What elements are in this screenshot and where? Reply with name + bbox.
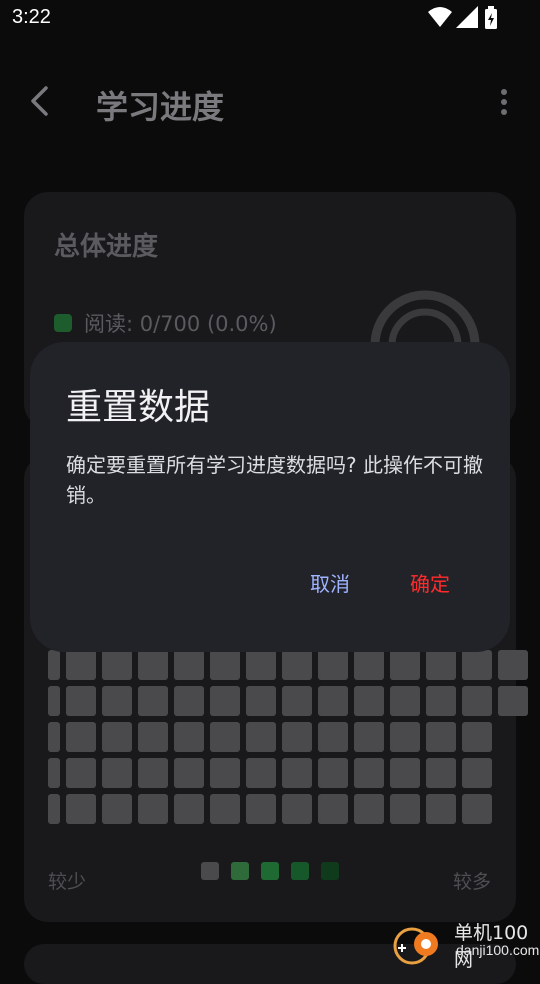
heatmap-cell	[102, 686, 132, 716]
reset-data-dialog: 重置数据 确定要重置所有学习进度数据吗? 此操作不可撤销。 取消 确定	[30, 342, 510, 652]
heatmap-cell	[390, 722, 420, 752]
heatmap-cell	[138, 758, 168, 788]
heatmap-cell	[48, 722, 60, 752]
heatmap-cell	[498, 686, 528, 716]
scale-level-2	[261, 862, 279, 880]
heatmap-cell	[462, 686, 492, 716]
confirm-button[interactable]: 确定	[410, 568, 450, 597]
heatmap-cell	[138, 794, 168, 824]
overall-progress-title: 总体进度	[54, 232, 159, 262]
wifi-icon	[428, 7, 452, 27]
heatmap-cell	[390, 650, 420, 680]
heatmap-cell	[426, 650, 456, 680]
heatmap-cell	[318, 758, 348, 788]
heatmap-cell	[138, 686, 168, 716]
back-button[interactable]	[24, 84, 58, 118]
scale-level-3	[291, 862, 309, 880]
scale-level-0	[201, 862, 219, 880]
reading-progress-label: 阅读: 0/700 (0.0%)	[84, 312, 277, 336]
page-title: 学习进度	[96, 88, 225, 126]
dialog-title: 重置数据	[66, 387, 211, 428]
heatmap-cell	[210, 758, 240, 788]
heatmap-cell	[66, 794, 96, 824]
heatmap-cell	[210, 794, 240, 824]
heatmap-cell	[354, 722, 384, 752]
signal-icon	[456, 6, 478, 28]
app-bar: 学习进度	[0, 60, 540, 144]
dialog-message: 确定要重置所有学习进度数据吗? 此操作不可撤销。	[66, 453, 483, 507]
heatmap-cell	[282, 794, 312, 824]
heatmap-cell	[210, 686, 240, 716]
heatmap-cell	[426, 722, 456, 752]
watermark-domain: danji100.com	[456, 942, 540, 958]
scale-more-label: 较多	[453, 871, 492, 893]
heatmap-cell	[282, 650, 312, 680]
heatmap-cell	[48, 650, 60, 680]
heatmap-cell	[318, 650, 348, 680]
heatmap-cell	[66, 650, 96, 680]
heatmap-cell	[66, 722, 96, 752]
scale-level-4	[321, 862, 339, 880]
status-icons	[428, 6, 500, 30]
heatmap-cell	[66, 686, 96, 716]
scale-less-label: 较少	[48, 871, 87, 893]
more-options-button[interactable]	[494, 86, 514, 120]
heatmap-cell	[354, 794, 384, 824]
heatmap-cell	[102, 722, 132, 752]
heatmap-cell	[174, 686, 204, 716]
heatmap-cell	[282, 722, 312, 752]
battery-charging-icon	[485, 6, 497, 29]
cancel-button[interactable]: 取消	[310, 568, 350, 597]
heatmap-cell	[426, 758, 456, 788]
heatmap-cell	[102, 650, 132, 680]
heatmap-cell	[390, 794, 420, 824]
heatmap-cell	[138, 722, 168, 752]
watermark: 单机100网 danji100.com	[390, 914, 540, 971]
heatmap-cell	[462, 758, 492, 788]
heatmap-cell	[246, 758, 276, 788]
heatmap-cell	[462, 650, 492, 680]
heatmap-cell	[102, 794, 132, 824]
heatmap-cell	[210, 650, 240, 680]
reading-legend-square	[54, 314, 72, 332]
heatmap-cell	[462, 722, 492, 752]
status-bar: 3:22	[0, 0, 540, 36]
heatmap-cell	[66, 758, 96, 788]
heatmap-cell	[246, 686, 276, 716]
heatmap-cell	[318, 686, 348, 716]
heatmap-cell	[48, 686, 60, 716]
heatmap-cell	[318, 722, 348, 752]
watermark-logo-icon	[393, 927, 438, 965]
heatmap-cell	[462, 794, 492, 824]
heatmap-cell	[354, 650, 384, 680]
heatmap-cell	[138, 650, 168, 680]
heatmap-cell	[246, 722, 276, 752]
chevron-left-icon	[31, 86, 48, 116]
activity-heatmap-grid	[48, 650, 528, 830]
heatmap-cell	[48, 794, 60, 824]
heatmap-cell	[426, 686, 456, 716]
heatmap-cell	[282, 758, 312, 788]
heatmap-cell	[426, 794, 456, 824]
heatmap-cell	[174, 722, 204, 752]
heatmap-cell	[48, 758, 60, 788]
heatmap-cell	[390, 686, 420, 716]
heatmap-cell	[282, 686, 312, 716]
heatmap-cell	[174, 758, 204, 788]
heatmap-cell	[210, 722, 240, 752]
heatmap-cell	[390, 758, 420, 788]
heatmap-cell	[102, 758, 132, 788]
heatmap-cell	[246, 650, 276, 680]
heatmap-cell	[174, 650, 204, 680]
status-time: 3:22	[12, 6, 51, 28]
more-vertical-icon	[501, 89, 507, 115]
heatmap-cell	[498, 650, 528, 680]
scale-level-1	[231, 862, 249, 880]
heatmap-cell	[174, 794, 204, 824]
heatmap-cell	[354, 686, 384, 716]
heatmap-cell	[246, 794, 276, 824]
heatmap-cell	[318, 794, 348, 824]
heatmap-cell	[354, 758, 384, 788]
